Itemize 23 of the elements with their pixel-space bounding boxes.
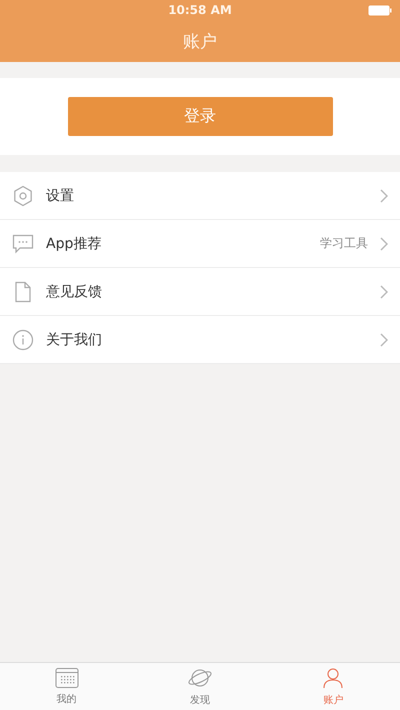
menu-row[interactable]: 关于我们 [0, 316, 400, 364]
chevron-right-icon [380, 188, 388, 202]
chevron-right-icon [380, 332, 388, 346]
chevron-right-icon [380, 284, 388, 298]
menu-detail: 学习工具 [320, 235, 368, 252]
gear-icon [12, 184, 34, 206]
menu-label: App推荐 [46, 234, 102, 252]
status-time: 10:58 AM [168, 3, 232, 17]
tab[interactable]: 我的 [0, 663, 134, 710]
menu-label: 意见反馈 [46, 282, 103, 300]
person-icon [321, 666, 346, 690]
info-icon [12, 328, 34, 350]
page-title: 账户 [183, 31, 217, 53]
battery-icon [368, 5, 392, 16]
menu-row[interactable]: 设置 [0, 172, 400, 220]
chat-bubble-icon [12, 234, 34, 254]
menu-label: 关于我们 [46, 330, 103, 348]
menu-label: 设置 [46, 186, 75, 204]
menu-row[interactable]: App推荐 学习工具 [0, 220, 400, 268]
tab[interactable]: 发现 [133, 663, 267, 710]
calendar-icon [54, 667, 79, 689]
menu-row[interactable]: 意见反馈 [0, 268, 400, 316]
chevron-right-icon [380, 236, 388, 250]
